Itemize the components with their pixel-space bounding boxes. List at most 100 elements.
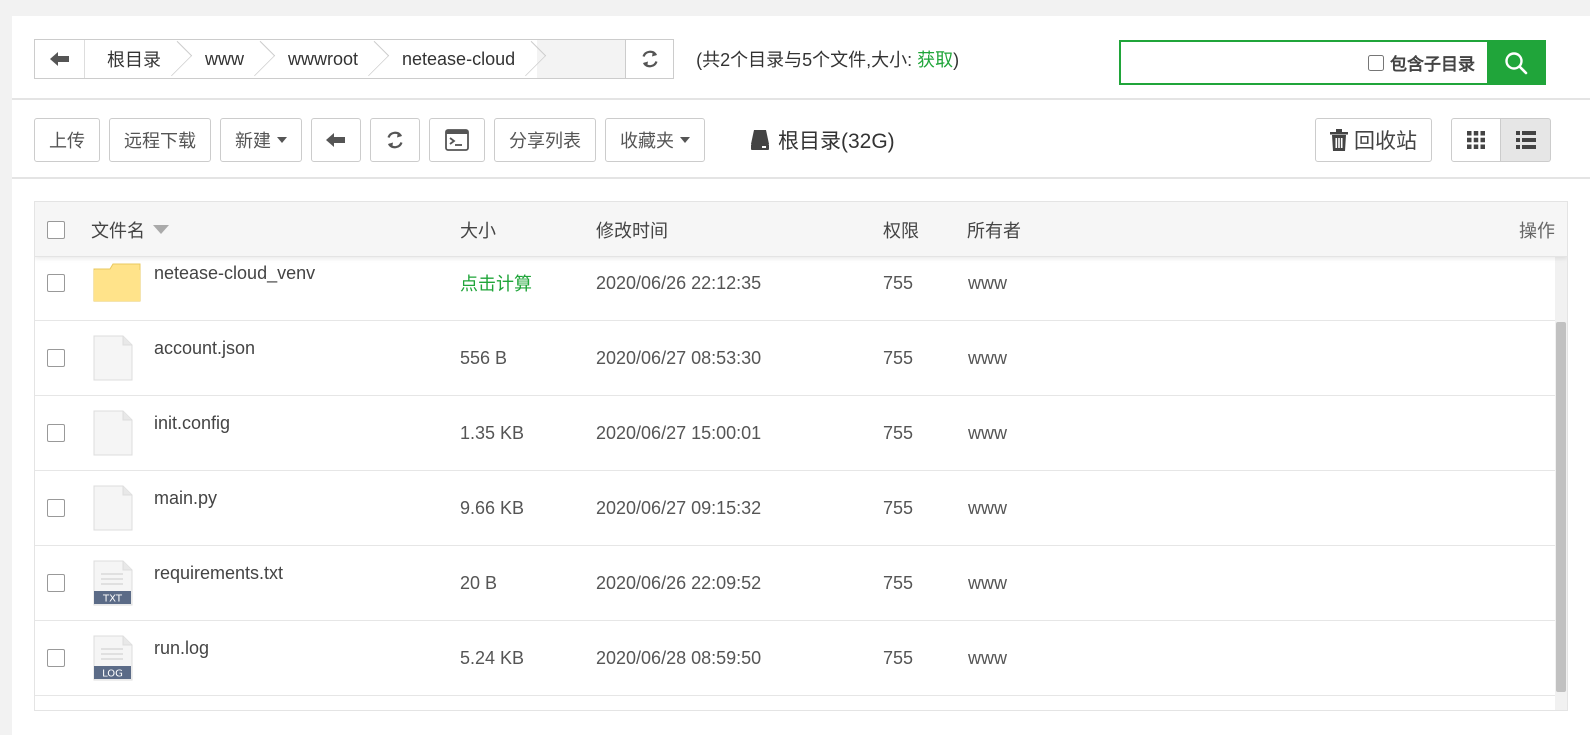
file-owner[interactable]: www: [968, 396, 1007, 470]
select-all-cell: [47, 202, 65, 257]
path-back-button[interactable]: [35, 40, 85, 78]
summary-suffix: ): [953, 50, 960, 70]
table-scrollbar[interactable]: [1555, 257, 1567, 710]
row-checkbox[interactable]: [47, 349, 65, 367]
row-file-icon[interactable]: [93, 246, 141, 320]
file-permission[interactable]: 755: [883, 471, 913, 545]
breadcrumb: 根目录 www wwwroot netease-cloud: [34, 39, 675, 79]
file-owner[interactable]: www: [968, 246, 1007, 320]
row-checkbox[interactable]: [47, 574, 65, 592]
file-badge-text: LOG: [102, 669, 123, 680]
search-button[interactable]: [1487, 41, 1544, 84]
file-mtime: 2020/06/26 22:12:35: [596, 272, 762, 293]
row-checkbox[interactable]: [47, 274, 65, 292]
file-permission[interactable]: 755: [883, 321, 913, 395]
disk-label: 根目录(32G): [778, 130, 895, 153]
table-row[interactable]: TXT requirements.txt 20 B 2020/06/26 22:09:…: [35, 546, 1567, 621]
grid-icon: [1467, 131, 1485, 149]
row-select-cell: [47, 396, 65, 470]
file-name[interactable]: requirements.txt: [154, 546, 283, 620]
file-permission[interactable]: 755: [883, 396, 913, 470]
file-permission[interactable]: 755: [883, 621, 913, 695]
remote-download-button[interactable]: 远程下载: [109, 118, 211, 162]
file-owner[interactable]: www: [968, 321, 1007, 395]
column-header-size[interactable]: 大小: [460, 202, 496, 257]
path-refresh-button[interactable]: [625, 40, 673, 78]
recycle-bin-button[interactable]: 回收站: [1315, 118, 1432, 162]
row-file-icon[interactable]: [93, 321, 133, 395]
terminal-icon: [445, 129, 469, 151]
row-file-icon[interactable]: [93, 396, 133, 470]
divider: [12, 98, 1590, 100]
table-row[interactable]: account.json 556 B 2020/06/27 08:53:30 755 w…: [35, 321, 1567, 396]
file-owner[interactable]: www: [968, 546, 1007, 620]
row-file-icon[interactable]: LOG: [93, 621, 133, 695]
view-toggle: [1451, 118, 1551, 162]
terminal-button[interactable]: [429, 118, 485, 162]
row-select-cell: [47, 471, 65, 545]
search-input[interactable]: [1121, 42, 1368, 83]
file-icon: TXT: [93, 560, 133, 606]
file-icon: [93, 410, 133, 456]
file-name[interactable]: account.json: [154, 321, 255, 395]
refresh-button[interactable]: [370, 118, 420, 162]
row-file-icon[interactable]: [93, 471, 133, 545]
calculate-size-link[interactable]: 点击计算: [460, 246, 532, 320]
include-subdir-checkbox[interactable]: [1368, 54, 1384, 71]
row-checkbox[interactable]: [47, 649, 65, 667]
disk-info[interactable]: 根目录(32G): [750, 125, 895, 155]
hard-drive-icon: [751, 130, 769, 150]
breadcrumb-item-wwwroot[interactable]: wwwroot: [266, 40, 380, 78]
file-mtime: 2020/06/26 22:09:52: [596, 572, 762, 593]
share-list-button[interactable]: 分享列表: [494, 118, 596, 162]
get-size-link[interactable]: 获取: [917, 50, 953, 70]
path-bar: 根目录 www wwwroot netease-cloud (共2个目录与5个文…: [34, 39, 959, 79]
table-row[interactable]: netease-cloud_venv 点击计算 2020/06/26 22:12:3…: [35, 246, 1567, 321]
table-row[interactable]: main.py 9.66 KB 2020/06/27 09:15:32 755 www: [35, 471, 1567, 546]
column-header-name[interactable]: 文件名: [91, 202, 169, 257]
refresh-icon: [642, 50, 658, 68]
select-all-checkbox[interactable]: [47, 220, 65, 239]
favorites-dropdown-button[interactable]: 收藏夹: [605, 118, 705, 162]
file-owner[interactable]: www: [968, 471, 1007, 545]
breadcrumb-filler[interactable]: [537, 40, 626, 78]
row-select-cell: [47, 246, 65, 320]
file-name[interactable]: run.log: [154, 621, 209, 695]
table-row[interactable]: init.config 1.35 KB 2020/06/27 15:00:01 755…: [35, 396, 1567, 471]
row-select-cell: [47, 321, 65, 395]
breadcrumb-item-netease-cloud[interactable]: netease-cloud: [380, 40, 537, 78]
file-name[interactable]: netease-cloud_venv: [154, 246, 315, 320]
list-icon: [1515, 131, 1536, 149]
table-row[interactable]: LOG run.log 5.24 KB 2020/06/28 08:59:50 755 w…: [35, 621, 1567, 696]
file-name[interactable]: main.py: [154, 471, 217, 545]
file-icon: [93, 485, 133, 531]
row-checkbox[interactable]: [47, 424, 65, 442]
column-header-mtime[interactable]: 修改时间: [596, 202, 668, 257]
upload-button[interactable]: 上传: [34, 118, 100, 162]
row-select-cell: [47, 546, 65, 620]
row-file-icon[interactable]: TXT: [93, 546, 133, 620]
grid-view-button[interactable]: [1451, 118, 1501, 162]
include-subdir-option[interactable]: 包含子目录: [1368, 50, 1475, 75]
row-checkbox[interactable]: [47, 499, 65, 517]
breadcrumb-item-root[interactable]: 根目录: [85, 40, 183, 78]
toolbar: 上传 远程下载 新建 分享列表 收藏夹 根目录(32G): [34, 118, 895, 162]
column-header-owner: 所有者: [967, 220, 1021, 241]
list-view-button[interactable]: [1501, 118, 1551, 162]
search-icon: [1504, 51, 1527, 74]
arrow-left-icon: [326, 133, 345, 147]
column-header-perm: 权限: [883, 220, 919, 241]
file-permission[interactable]: 755: [883, 246, 913, 320]
file-mtime: 2020/06/28 08:59:50: [596, 647, 762, 668]
file-owner[interactable]: www: [968, 621, 1007, 695]
back-button[interactable]: [311, 118, 361, 162]
file-name[interactable]: init.config: [154, 396, 230, 470]
caret-down-icon: [680, 137, 690, 143]
refresh-icon: [387, 131, 403, 149]
breadcrumb-item-www[interactable]: www: [183, 40, 266, 78]
header-name-label: 文件名: [91, 220, 145, 241]
scrollbar-thumb[interactable]: [1556, 322, 1566, 692]
include-subdir-label: 包含子目录: [1390, 55, 1475, 74]
new-dropdown-button[interactable]: 新建: [220, 118, 302, 162]
file-permission[interactable]: 755: [883, 546, 913, 620]
